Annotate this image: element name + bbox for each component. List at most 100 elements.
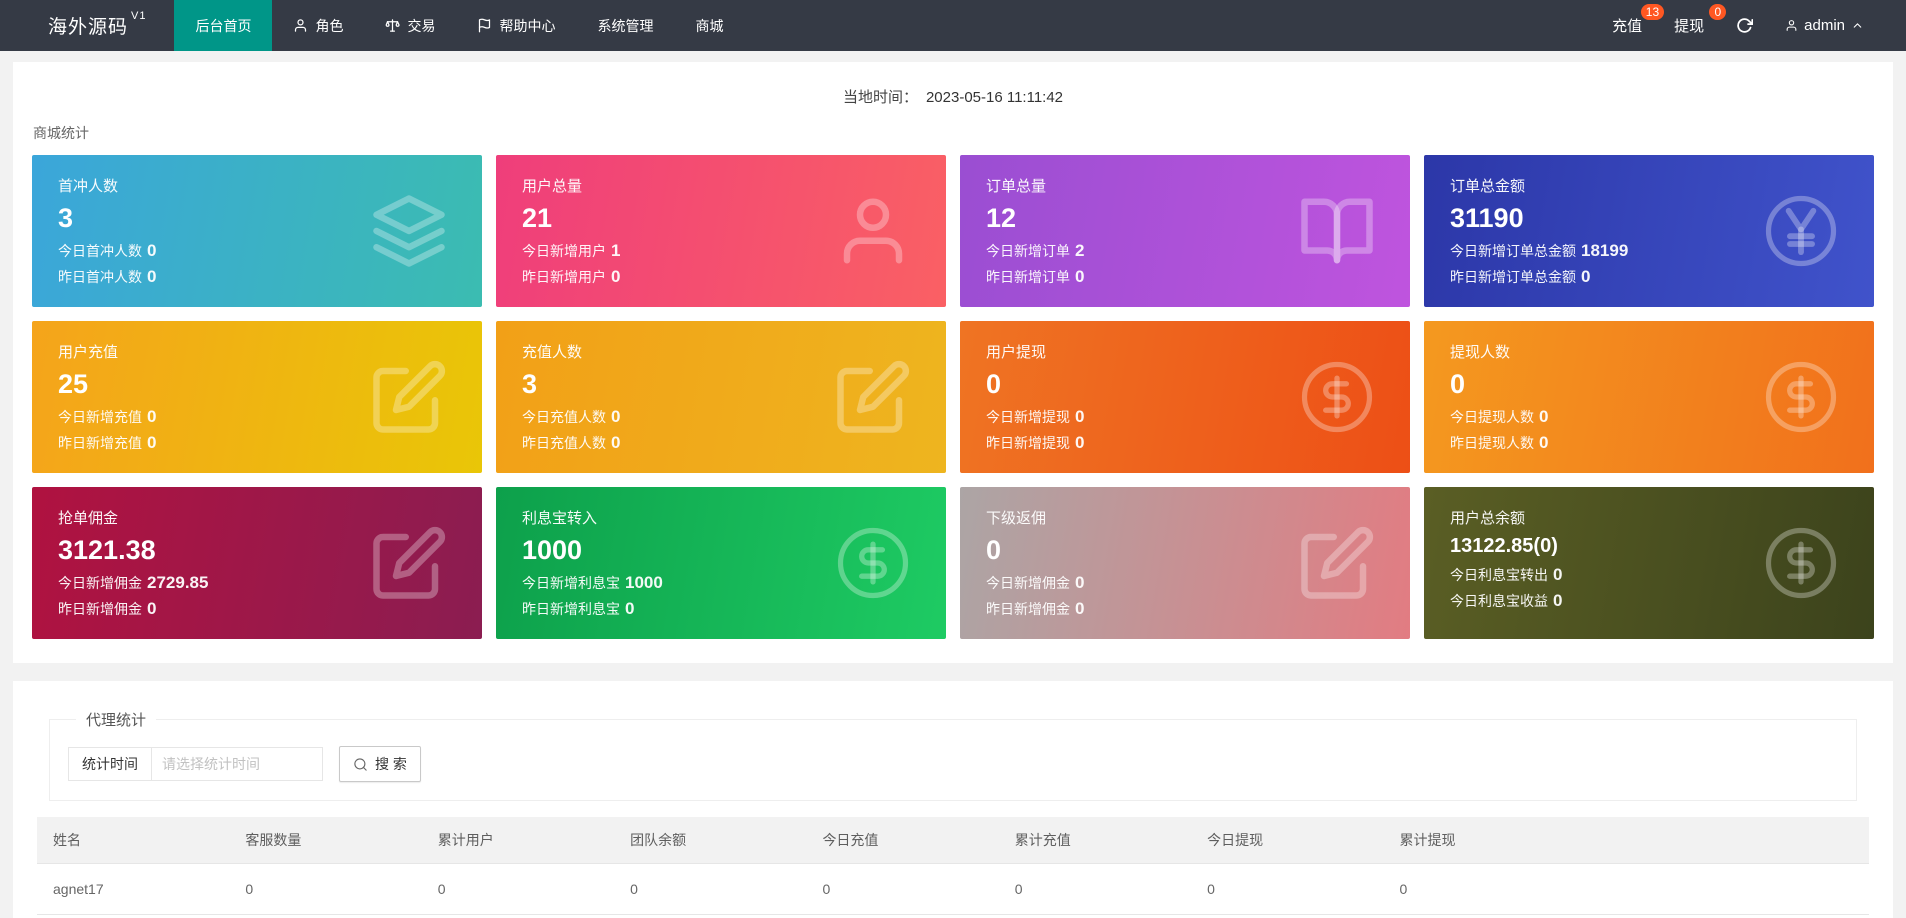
card-line1-value: 0	[1553, 565, 1563, 584]
card-line2-label: 昨日新增利息宝	[522, 601, 620, 617]
refresh-button[interactable]	[1720, 0, 1769, 51]
refresh-icon	[1736, 17, 1753, 34]
time-filter-label: 统计时间	[68, 747, 152, 781]
nav-item-trade[interactable]: 交易	[364, 0, 456, 51]
col-service-count: 客服数量	[229, 817, 422, 864]
layers-icon	[370, 192, 448, 270]
nav-item-dashboard[interactable]: 后台首页	[174, 0, 273, 51]
chevron-up-icon	[1851, 19, 1864, 32]
username: admin	[1804, 17, 1845, 34]
book-icon	[1298, 192, 1376, 270]
card-line1-label: 今日新增订单总金额	[1450, 243, 1576, 259]
stat-card: 订单总金额 31190 今日新增订单总金额 18199 昨日新增订单总金额 0	[1424, 155, 1874, 307]
card-line2-label: 昨日新增佣金	[58, 601, 142, 617]
card-line2-value: 0	[1539, 433, 1549, 452]
agent-table: 姓名 客服数量 累计用户 团队余额 今日充值 累计充值 今日提现 累计提现 ag…	[37, 817, 1869, 915]
stat-card: 用户提现 0 今日新增提现 0 昨日新增提现 0	[960, 321, 1410, 473]
stat-card: 首冲人数 3 今日首冲人数 0 昨日首冲人数 0	[32, 155, 482, 307]
dollar-icon	[1298, 358, 1376, 436]
stat-card: 下级返佣 0 今日新增佣金 0 昨日新增佣金 0	[960, 487, 1410, 639]
card-line2-label: 昨日新增订单总金额	[1450, 269, 1576, 285]
recharge-button[interactable]: 充值 13	[1596, 0, 1665, 51]
time-filter-input[interactable]	[151, 747, 323, 781]
card-line1-value: 0	[611, 407, 621, 426]
col-total-withdraw: 累计提现	[1383, 817, 1869, 864]
edit-icon	[370, 524, 448, 602]
table-row: agnet17 0 0 0 0 0 0 0	[37, 863, 1869, 915]
card-line1-value: 2	[1075, 241, 1085, 260]
card-line1-value: 18199	[1581, 241, 1629, 260]
card-line1-value: 2729.85	[147, 573, 209, 592]
col-team-balance: 团队余额	[614, 817, 807, 864]
edit-icon	[1298, 524, 1376, 602]
card-line2-label: 昨日新增提现	[986, 435, 1070, 451]
col-total-recharge: 累计充值	[998, 817, 1192, 864]
nav-item-system[interactable]: 系统管理	[576, 0, 674, 51]
cell-name: agnet17	[37, 863, 230, 915]
yen-icon	[1762, 192, 1840, 270]
card-line2-value: 0	[147, 267, 157, 286]
card-line1-value: 0	[147, 241, 157, 260]
card-line2-value: 0	[1581, 267, 1591, 286]
card-line2-label: 昨日充值人数	[522, 435, 606, 451]
scales-icon	[385, 18, 400, 33]
card-line1-label: 今日新增提现	[986, 409, 1070, 425]
nav-item-mall[interactable]: 商城	[674, 0, 744, 51]
card-line2-label: 昨日新增用户	[522, 269, 606, 285]
card-line1-value: 0	[1075, 407, 1085, 426]
stat-card: 充值人数 3 今日充值人数 0 昨日充值人数 0	[496, 321, 946, 473]
col-today-withdraw: 今日提现	[1191, 817, 1384, 864]
nav-item-help-center[interactable]: 帮助中心	[456, 0, 576, 51]
card-line1-value: 0	[1539, 407, 1549, 426]
brand-name: 海外源码	[48, 17, 129, 38]
top-navbar: 海外源码 V1 后台首页 角色 交易 帮助中心 系统管理 商城 充值 13 提现…	[0, 0, 1906, 51]
card-line1-label: 今日充值人数	[522, 409, 606, 425]
user-icon	[1785, 19, 1798, 32]
main-nav: 后台首页 角色 交易 帮助中心 系统管理 商城	[174, 0, 744, 51]
agent-stats-panel: 代理统计 统计时间 搜 索 姓名 客服数量 累计用户 团队余额 今日充值 累计充…	[13, 681, 1893, 918]
local-time-row: 当地时间： 2023-05-16 11:11:42	[32, 62, 1874, 107]
search-icon	[353, 757, 368, 772]
card-line2-value: 0	[611, 433, 621, 452]
card-line2-value: 0	[147, 599, 157, 618]
card-line1-value: 1	[611, 241, 621, 260]
card-line1-label: 今日新增佣金	[986, 575, 1070, 591]
card-line2-value: 0	[625, 599, 635, 618]
flag-icon	[477, 18, 492, 33]
dollar-icon	[1762, 524, 1840, 602]
card-line1-label: 今日利息宝转出	[1450, 567, 1548, 583]
card-line2-value: 0	[1553, 591, 1563, 610]
col-total-users: 累计用户	[421, 817, 615, 864]
dollar-icon	[1762, 358, 1840, 436]
stat-card: 用户充值 25 今日新增充值 0 昨日新增充值 0	[32, 321, 482, 473]
mall-stats-panel: 当地时间： 2023-05-16 11:11:42 商城统计 首冲人数 3 今日首…	[13, 62, 1893, 663]
stat-card: 抢单佣金 3121.38 今日新增佣金 2729.85 昨日新增佣金 0	[32, 487, 482, 639]
card-line1-label: 今日新增充值	[58, 409, 142, 425]
agent-fieldset: 代理统计 统计时间 搜 索	[49, 709, 1857, 801]
card-line2-value: 0	[1075, 599, 1085, 618]
col-name: 姓名	[37, 817, 230, 864]
section-title: 商城统计	[33, 125, 89, 141]
withdraw-button[interactable]: 提现 0	[1658, 0, 1727, 51]
brand-version: V1	[131, 10, 147, 22]
local-time-label: 当地时间：	[842, 89, 918, 106]
card-line2-label: 今日利息宝收益	[1450, 593, 1548, 609]
stat-card: 利息宝转入 1000 今日新增利息宝 1000 昨日新增利息宝 0	[496, 487, 946, 639]
brand-logo: 海外源码 V1	[0, 0, 174, 51]
agent-search-form: 统计时间 搜 索	[68, 746, 1838, 782]
card-line2-label: 昨日新增订单	[986, 269, 1070, 285]
user-icon	[293, 18, 308, 33]
card-line2-value: 0	[1075, 433, 1085, 452]
user-icon	[834, 192, 912, 270]
search-button[interactable]: 搜 索	[339, 746, 421, 782]
navbar-right: 充值 13 提现 0 admin	[1596, 0, 1906, 51]
card-line1-label: 今日新增用户	[522, 243, 606, 259]
card-line1-value: 0	[1075, 573, 1085, 592]
nav-item-roles[interactable]: 角色	[272, 0, 364, 51]
card-line2-value: 0	[611, 267, 621, 286]
card-line1-label: 今日首冲人数	[58, 243, 142, 259]
stat-card: 用户总余额 13122.85(0) 今日利息宝转出 0 今日利息宝收益 0	[1424, 487, 1874, 639]
user-menu[interactable]: admin	[1769, 0, 1880, 51]
card-line1-value: 1000	[625, 573, 663, 592]
card-line2-label: 昨日首冲人数	[58, 269, 142, 285]
